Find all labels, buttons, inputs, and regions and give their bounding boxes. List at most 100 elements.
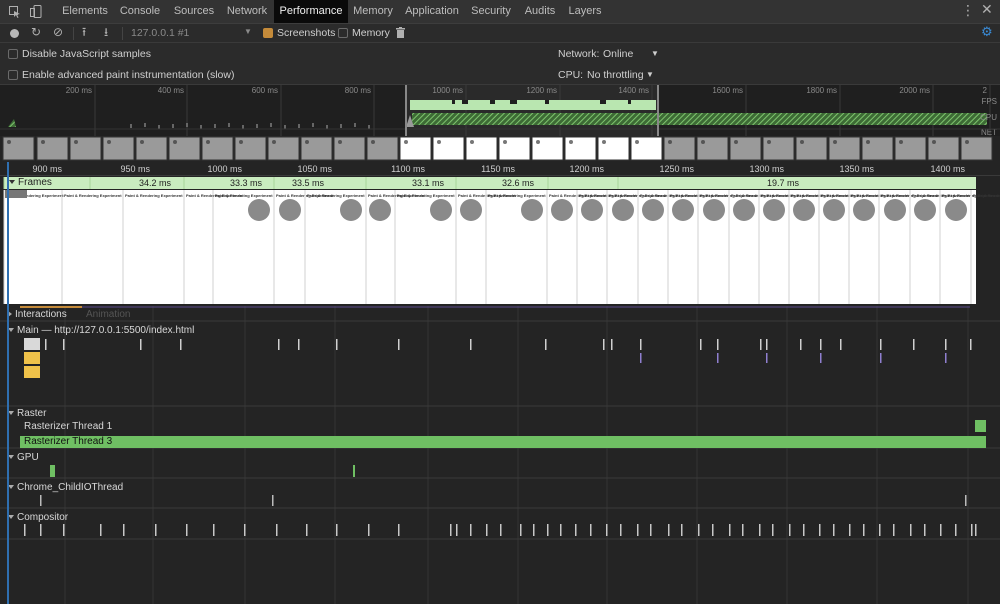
rasterizer-thread-1-label[interactable]: Rasterizer Thread 1: [24, 421, 112, 432]
gear-icon[interactable]: ⚙: [981, 25, 993, 38]
overview-tick-label: 1600 ms: [712, 86, 743, 95]
filmstrip-dot: [206, 140, 210, 144]
main-render-tick: [945, 353, 947, 363]
close-devtools-icon[interactable]: ✕: [981, 2, 993, 16]
tab-sources[interactable]: Sources: [167, 0, 221, 23]
frame-thumb-circle: [823, 199, 845, 221]
compositor-task: [486, 524, 488, 536]
filmstrip-screenshot: [36, 136, 69, 161]
network-throttle-label: Network:: [558, 48, 600, 60]
thread-tracks-graph: [0, 306, 1000, 604]
compositor-task: [863, 524, 865, 536]
download-profile-icon[interactable]: ⭳: [104, 26, 108, 38]
upload-profile-icon[interactable]: ⭱: [82, 26, 86, 38]
gpu-task: [353, 465, 355, 477]
fps-dip: [490, 100, 495, 104]
screenshot-filmstrip[interactable]: [0, 136, 1000, 162]
advanced-paint-checkbox[interactable]: [8, 70, 18, 80]
reload-record-icon[interactable]: ↻: [31, 26, 41, 38]
compositor-track-header[interactable]: Compositor: [8, 512, 68, 523]
compositor-task: [712, 524, 714, 536]
gpu-track-header[interactable]: GPU: [8, 452, 39, 463]
clear-icon[interactable]: ⊘: [53, 26, 63, 38]
interactions-track-header[interactable]: Interactions: [8, 309, 67, 320]
tab-performance[interactable]: Performance: [274, 0, 348, 23]
tab-audits[interactable]: Audits: [518, 0, 562, 23]
main-task-tick: [766, 339, 768, 350]
tab-application[interactable]: Application: [400, 0, 464, 23]
trash-icon[interactable]: [396, 27, 405, 41]
frames-track[interactable]: 34.2 ms 33.3 ms 33.5 ms 33.1 ms 32.6 ms 19.7 …: [0, 176, 1000, 304]
filmstrip-screenshot: [432, 136, 465, 161]
filmstrip-screenshot: [960, 136, 993, 161]
frames-track-header[interactable]: Frames: [6, 177, 55, 188]
chevron-down-icon[interactable]: ▼: [244, 27, 252, 36]
filmstrip-screenshot: [630, 136, 663, 161]
cpu-start: [8, 119, 16, 127]
frame-thumb-circle: [369, 199, 391, 221]
tab-layers[interactable]: Layers: [563, 0, 607, 23]
frames-track-label: Frames: [18, 177, 52, 188]
compositor-task: [336, 524, 338, 536]
time-ruler: 900 ms 950 ms 1000 ms 1050 ms 1100 ms 1150 ms…: [0, 162, 1000, 176]
device-toolbar-icon[interactable]: [30, 5, 42, 21]
cpu-activity-tick: [312, 123, 314, 127]
cpu-activity-tick: [298, 124, 300, 128]
main-render-tick: [640, 353, 642, 363]
network-throttle-select[interactable]: Online: [603, 48, 633, 60]
filmstrip-dot: [965, 140, 969, 144]
overview-tick-label: 2000 ms: [899, 86, 930, 95]
tab-elements[interactable]: Elements: [57, 0, 113, 23]
frame-thumb-circle: [733, 199, 755, 221]
main-thread-header[interactable]: Main — http://127.0.0.1:5500/index.html: [8, 325, 194, 336]
compositor-task: [924, 524, 926, 536]
cpu-throttle-label: CPU:: [558, 69, 584, 81]
compositor-task: [893, 524, 895, 536]
compositor-task: [63, 524, 65, 536]
collapse-triangle-icon: [9, 180, 15, 185]
filmstrip-screenshot: [696, 136, 729, 161]
chevron-down-icon[interactable]: ▼: [646, 70, 654, 79]
main-task-tick: [820, 339, 822, 350]
memory-checkbox[interactable]: [338, 28, 348, 38]
compositor-task: [742, 524, 744, 536]
tab-security[interactable]: Security: [466, 0, 516, 23]
devtools-tab-bar: Elements Console Sources Network Performance…: [0, 0, 1000, 24]
main-scripting-block: [24, 352, 40, 364]
timeline-cursor-line: [7, 162, 9, 604]
more-options-icon[interactable]: ⋮: [961, 3, 975, 17]
recording-target-select[interactable]: 127.0.0.1 #1: [131, 27, 189, 39]
chevron-down-icon[interactable]: ▼: [651, 49, 659, 58]
inspect-element-icon[interactable]: [9, 6, 21, 21]
record-icon[interactable]: [10, 29, 19, 38]
rasterizer-thread-3-label[interactable]: Rasterizer Thread 3: [24, 436, 112, 447]
screenshots-checkbox[interactable]: [263, 28, 273, 38]
cpu-activity-tick: [270, 123, 272, 127]
frame-thumb-caption: Paint & Rendering Experiment: [215, 193, 273, 198]
compositor-task: [450, 524, 452, 536]
memory-label: Memory: [352, 27, 390, 39]
filmstrip-screenshot: [168, 136, 201, 161]
filmstrip-dot: [437, 140, 441, 144]
tab-network[interactable]: Network: [220, 0, 274, 23]
frame-thumb-caption: Paint & Rendering Experiment: [973, 193, 1000, 198]
performance-toolbar: ↻ ⊘ ⭱ ⭳ 127.0.0.1 #1 ▼ Screenshots Memor…: [0, 24, 1000, 43]
timeline-overview[interactable]: 200 ms 400 ms 600 ms 800 ms 1000 ms 1200 ms 14…: [0, 85, 1000, 137]
frame-duration-label: 33.1 ms: [412, 178, 445, 188]
compositor-task: [971, 524, 973, 536]
tab-memory[interactable]: Memory: [348, 0, 398, 23]
disable-js-samples-checkbox[interactable]: [8, 49, 18, 59]
cpu-throttle-select[interactable]: No throttling: [587, 69, 644, 81]
compositor-task: [772, 524, 774, 536]
filmstrip-dot: [140, 140, 144, 144]
compositor-task: [276, 524, 278, 536]
filmstrip-dot: [239, 140, 243, 144]
filmstrip-screenshot: [267, 136, 300, 161]
filmstrip-dot: [41, 140, 45, 144]
childio-track-header[interactable]: Chrome_ChildIOThread: [8, 482, 123, 493]
overview-graph: 200 ms 400 ms 600 ms 800 ms 1000 ms 1200 ms 14…: [0, 85, 1000, 137]
raster-track-header[interactable]: Raster: [8, 408, 46, 419]
tab-console[interactable]: Console: [114, 0, 166, 23]
filmstrip-dot: [74, 140, 78, 144]
filmstrip-dot: [371, 140, 375, 144]
